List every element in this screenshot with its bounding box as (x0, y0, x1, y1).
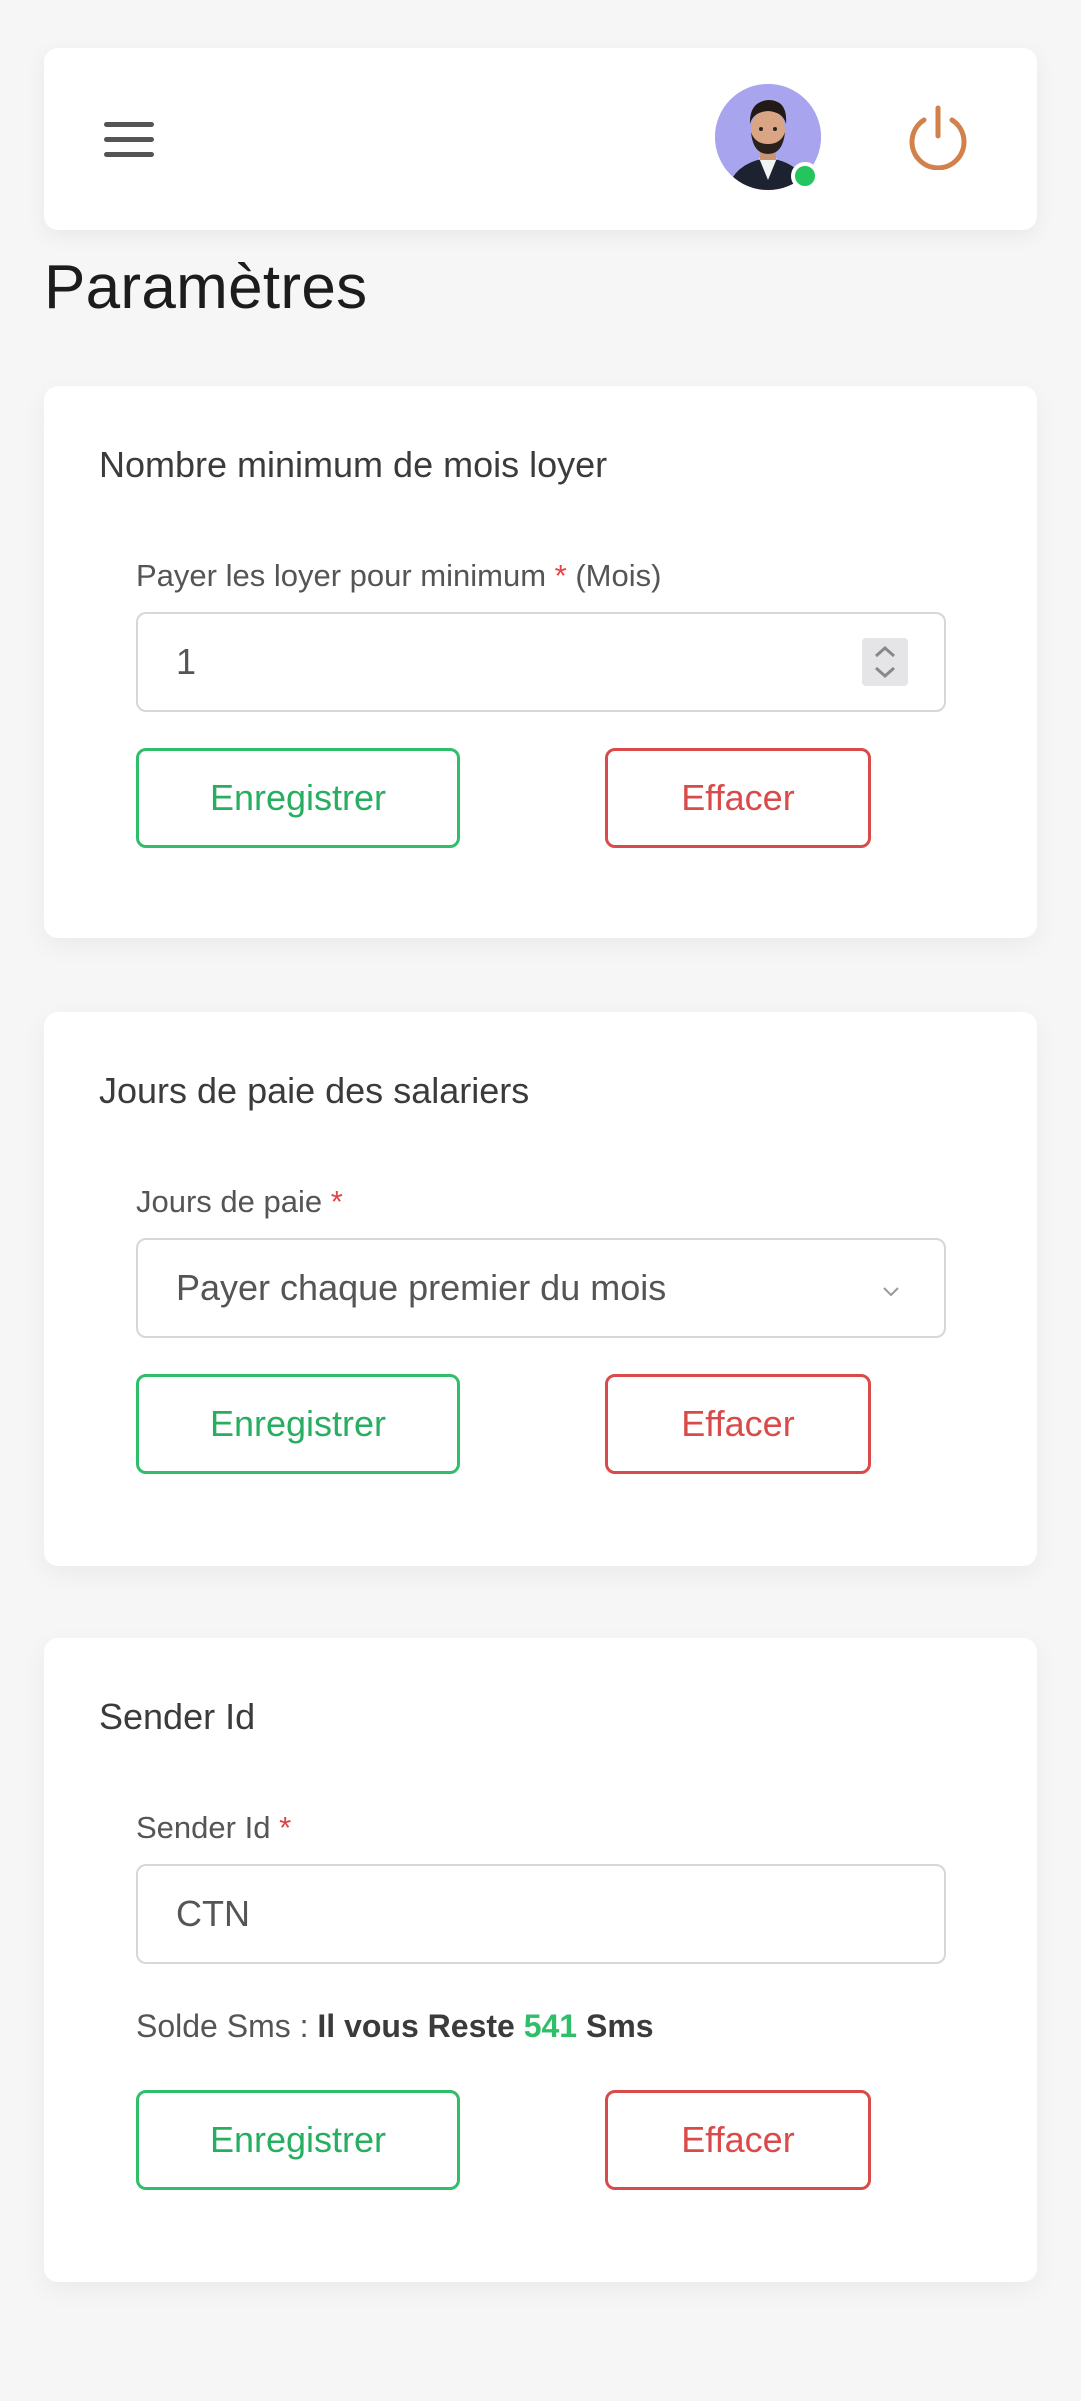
top-bar (44, 48, 1037, 230)
clear-button[interactable]: Effacer (605, 2090, 871, 2190)
payday-card: Jours de paie des salariers Jours de pai… (44, 1012, 1037, 1566)
payday-label: Jours de paie * (136, 1184, 343, 1219)
min-months-label: Payer les loyer pour minimum * (Mois) (136, 558, 662, 593)
save-button[interactable]: Enregistrer (136, 1374, 460, 1474)
card-title: Jours de paie des salariers (99, 1070, 530, 1111)
payday-selected-value: Payer chaque premier du mois (176, 1267, 667, 1308)
min-months-input[interactable]: 1 (136, 612, 946, 712)
sender-id-label: Sender Id * (136, 1810, 292, 1845)
sender-id-value: CTN (176, 1893, 250, 1934)
card-title: Nombre minimum de mois loyer (99, 444, 608, 485)
sms-count: 541 (523, 2008, 578, 2044)
power-icon[interactable] (906, 104, 970, 171)
chevron-down-icon (883, 1287, 899, 1297)
number-stepper-icon[interactable] (862, 638, 908, 686)
hamburger-menu-icon[interactable] (104, 120, 154, 158)
save-button[interactable]: Enregistrer (136, 748, 460, 848)
clear-button[interactable]: Effacer (605, 748, 871, 848)
required-mark: * (554, 558, 567, 593)
page: Paramètres Nombre minimum de mois loyer … (0, 0, 1081, 2401)
page-title: Paramètres (44, 253, 368, 322)
min-rent-months-card: Nombre minimum de mois loyer Payer les l… (44, 386, 1037, 938)
required-mark: * (330, 1184, 343, 1219)
clear-button[interactable]: Effacer (605, 1374, 871, 1474)
sms-balance-text: Solde Sms : Il vous Reste 541 Sms (136, 2008, 654, 2044)
sender-id-card: Sender Id Sender Id * CTN Solde Sms : Il… (44, 1638, 1037, 2282)
card-title: Sender Id (99, 1696, 256, 1737)
payday-select[interactable]: Payer chaque premier du mois (136, 1238, 946, 1338)
sender-id-input[interactable]: CTN (136, 1864, 946, 1964)
online-status-dot (791, 162, 819, 190)
min-months-value: 1 (176, 641, 197, 682)
required-mark: * (279, 1810, 292, 1845)
save-button[interactable]: Enregistrer (136, 2090, 460, 2190)
